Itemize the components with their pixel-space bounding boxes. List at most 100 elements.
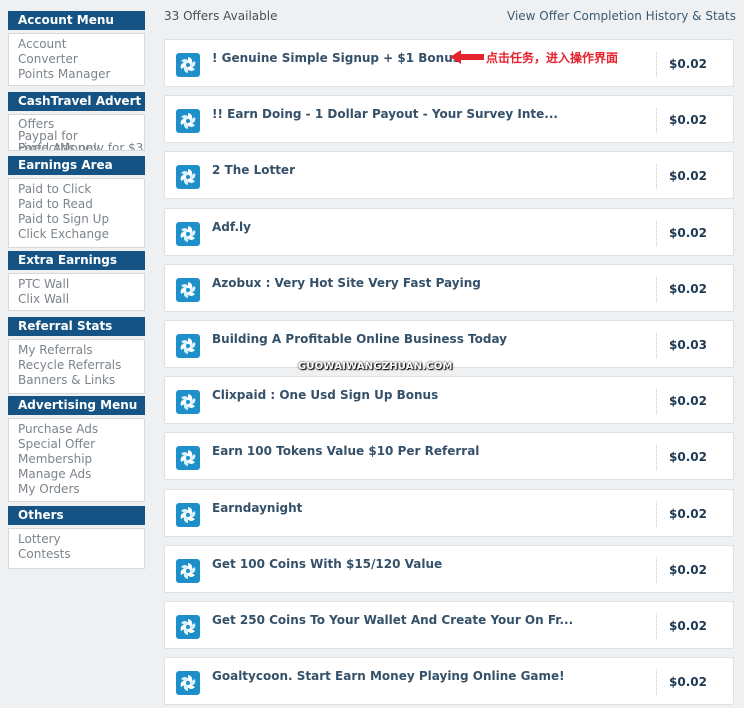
sidebar-link-recycle-referrals[interactable]: Recycle Referrals [18, 358, 144, 373]
offer-title[interactable]: !! Earn Doing - 1 Dollar Payout - Your S… [212, 107, 558, 121]
offer-row[interactable]: Earndaynight $0.02 [164, 489, 734, 537]
sidebar-link-my-orders[interactable]: My Orders [18, 482, 144, 497]
sidebar-section-others: Lottery Contests [8, 528, 145, 569]
annotation-text: 点击任务，进入操作界面 [486, 51, 619, 65]
offer-divider [656, 52, 657, 77]
offer-divider [656, 221, 657, 246]
offer-divider [656, 164, 657, 189]
pinwheel-icon [176, 53, 200, 77]
sidebar-header-account-menu: Account Menu [8, 11, 145, 30]
pinwheel-icon [176, 615, 200, 639]
sidebar: Account Menu Account Converter Points Manag… [8, 0, 145, 708]
offer-divider [656, 389, 657, 414]
sidebar-link-click-exchange[interactable]: Click Exchange [18, 227, 144, 242]
offer-row[interactable]: !! Earn Doing - 1 Dollar Payout - Your S… [164, 95, 734, 143]
offer-title[interactable]: Building A Profitable Online Business To… [212, 332, 507, 346]
sidebar-section-earnings-area: Paid to Click Paid to Read Paid to Sign Up… [8, 178, 145, 248]
sidebar-header-cashtravel-advert: CashTravel Advert [8, 92, 145, 111]
offer-divider [656, 558, 657, 583]
offer-title[interactable]: ! Genuine Simple Signup + $1 Bonus [212, 51, 460, 65]
sidebar-section-extra-earnings: PTC Wall Clix Wall [8, 273, 145, 311]
offer-title[interactable]: Adf.ly [212, 220, 251, 234]
sidebar-link-banners-links[interactable]: Banners & Links [18, 373, 144, 388]
sidebar-link-fixed-ads-only-for-35[interactable]: Fixed Ads only for $35 [18, 142, 144, 150]
watermark: GUOWAIWANGZHUAN.COM [298, 361, 453, 372]
sidebar-section-advertising-menu: Purchase Ads Special Offer Membership Manag… [8, 418, 145, 502]
arrow-left-icon [450, 50, 484, 64]
sidebar-section-cashtravel-advert: Offers Paypal for PerfectMoney Fixed Ads on… [8, 114, 145, 151]
offer-title[interactable]: Clixpaid : One Usd Sign Up Bonus [212, 388, 438, 402]
offer-divider [656, 502, 657, 527]
offer-row[interactable]: Goaltycoon. Start Earn Money Playing Onl… [164, 657, 734, 705]
sidebar-link-lottery[interactable]: Lottery [18, 532, 144, 547]
offer-row[interactable]: Earn 100 Tokens Value $10 Per Referral $0… [164, 432, 734, 480]
offer-title[interactable]: Earn 100 Tokens Value $10 Per Referral [212, 444, 479, 458]
offer-price: $0.02 [669, 394, 707, 408]
offer-history-link[interactable]: View Offer Completion History & Stats [507, 9, 736, 23]
sidebar-link-paid-to-sign-up[interactable]: Paid to Sign Up [18, 212, 144, 227]
offer-price: $0.02 [669, 57, 707, 71]
offer-price: $0.02 [669, 113, 707, 127]
offer-price: $0.02 [669, 619, 707, 633]
offer-title[interactable]: Get 100 Coins With $15/120 Value [212, 557, 442, 571]
offer-divider [656, 277, 657, 302]
pinwheel-icon [176, 334, 200, 358]
sidebar-header-earnings-area: Earnings Area [8, 156, 145, 175]
pinwheel-icon [176, 446, 200, 470]
pinwheel-icon [176, 671, 200, 695]
sidebar-link-contests[interactable]: Contests [18, 547, 144, 562]
offer-row[interactable]: Get 250 Coins To Your Wallet And Create … [164, 601, 734, 649]
pinwheel-icon [176, 559, 200, 583]
sidebar-link-clix-wall[interactable]: Clix Wall [18, 292, 144, 307]
offer-row[interactable]: 2 The Lotter $0.02 [164, 151, 734, 199]
offer-price: $0.02 [669, 507, 707, 521]
offer-divider [656, 333, 657, 358]
pinwheel-icon [176, 222, 200, 246]
offer-divider [656, 614, 657, 639]
sidebar-link-points-manager[interactable]: Points Manager [18, 67, 144, 82]
offer-divider [656, 108, 657, 133]
sidebar-section-account-menu: Account Converter Points Manager [8, 33, 145, 86]
offer-row[interactable]: ! Genuine Simple Signup + $1 Bonus $0.02 [164, 39, 734, 87]
offer-title[interactable]: Get 250 Coins To Your Wallet And Create … [212, 613, 573, 627]
sidebar-section-referral-stats: My Referrals Recycle Referrals Banners & L… [8, 339, 145, 394]
offer-row[interactable]: Adf.ly $0.02 [164, 208, 734, 256]
pinwheel-icon [176, 390, 200, 414]
sidebar-header-referral-stats: Referral Stats [8, 317, 145, 336]
sidebar-link-paid-to-read[interactable]: Paid to Read [18, 197, 144, 212]
sidebar-link-account[interactable]: Account [18, 37, 144, 52]
sidebar-link-special-offer[interactable]: Special Offer [18, 437, 144, 452]
offer-price: $0.02 [669, 450, 707, 464]
offer-price: $0.02 [669, 563, 707, 577]
offer-divider [656, 670, 657, 695]
sidebar-header-advertising-menu: Advertising Menu [8, 396, 145, 415]
sidebar-link-paid-to-click[interactable]: Paid to Click [18, 182, 144, 197]
offer-title[interactable]: Azobux : Very Hot Site Very Fast Paying [212, 276, 481, 290]
pinwheel-icon [176, 165, 200, 189]
sidebar-header-extra-earnings: Extra Earnings [8, 251, 145, 270]
offers-count: 33 Offers Available [164, 9, 278, 23]
main-header: 33 Offers Available View Offer Completio… [164, 9, 736, 27]
pinwheel-icon [176, 503, 200, 527]
offer-row[interactable]: Azobux : Very Hot Site Very Fast Paying $… [164, 264, 734, 312]
sidebar-link-ptc-wall[interactable]: PTC Wall [18, 277, 144, 292]
offer-price: $0.02 [669, 282, 707, 296]
sidebar-link-my-referrals[interactable]: My Referrals [18, 343, 144, 358]
offer-divider [656, 445, 657, 470]
offer-price: $0.02 [669, 226, 707, 240]
sidebar-link-membership[interactable]: Membership [18, 452, 144, 467]
offer-title[interactable]: Earndaynight [212, 501, 302, 515]
sidebar-link-converter[interactable]: Converter [18, 52, 144, 67]
offer-row[interactable]: Clixpaid : One Usd Sign Up Bonus $0.02 [164, 376, 734, 424]
offer-price: $0.03 [669, 338, 707, 352]
sidebar-header-others: Others [8, 506, 145, 525]
offer-row[interactable]: Get 100 Coins With $15/120 Value $0.02 [164, 545, 734, 593]
sidebar-link-manage-ads[interactable]: Manage Ads [18, 467, 144, 482]
offer-price: $0.02 [669, 675, 707, 689]
offer-price: $0.02 [669, 169, 707, 183]
offer-title[interactable]: 2 The Lotter [212, 163, 295, 177]
pinwheel-icon [176, 278, 200, 302]
sidebar-link-purchase-ads[interactable]: Purchase Ads [18, 422, 144, 437]
pinwheel-icon [176, 109, 200, 133]
offer-title[interactable]: Goaltycoon. Start Earn Money Playing Onl… [212, 669, 565, 683]
